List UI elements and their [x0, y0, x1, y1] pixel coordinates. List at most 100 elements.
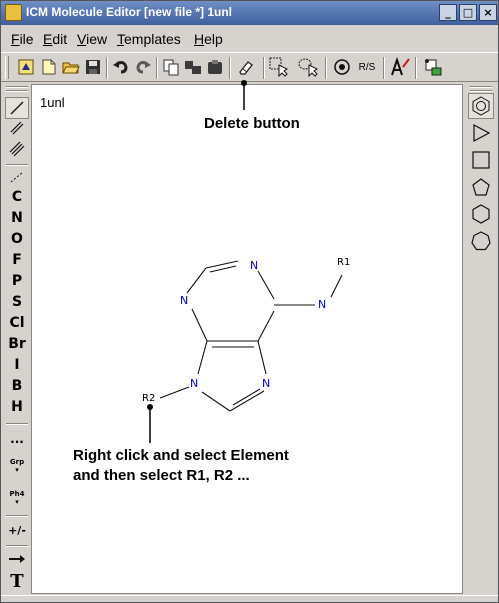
atom-n7[interactable]: N	[262, 377, 270, 390]
element-c-button[interactable]: C	[5, 187, 29, 207]
bond	[209, 265, 237, 273]
atom-n3[interactable]: N	[180, 294, 188, 307]
right-click-annotation-line1: Right click and select Element	[73, 447, 289, 464]
eraser-icon[interactable]	[235, 56, 257, 78]
bond	[257, 340, 267, 375]
paste-icon[interactable]	[204, 56, 226, 78]
save-icon[interactable]	[82, 56, 104, 78]
element-h-button[interactable]: H	[5, 397, 29, 417]
bond	[229, 390, 265, 412]
palette-grip	[470, 86, 492, 88]
molecule-editor-window: ICM Molecule Editor [new file *] 1unl _ …	[0, 0, 499, 603]
menu-edit-label: dit	[52, 31, 68, 47]
undo-icon[interactable]	[110, 56, 132, 78]
delete-button-annotation: Delete button	[204, 115, 300, 132]
bond	[201, 391, 231, 412]
toolbar-grip[interactable]	[5, 56, 9, 79]
rs-button[interactable]: R/S	[354, 56, 380, 78]
pentagon-ring-icon[interactable]	[468, 174, 494, 200]
palette-separator	[6, 164, 28, 166]
arrow-icon[interactable]	[5, 550, 29, 568]
maximize-button[interactable]: □	[459, 4, 477, 21]
atom-r2[interactable]: R2	[142, 393, 155, 404]
menu-file[interactable]: File	[11, 31, 34, 47]
minimize-button[interactable]: _	[439, 4, 457, 21]
ph4-dropdown[interactable]: Ph4 ▾	[5, 486, 29, 510]
element-s-button[interactable]: S	[5, 292, 29, 312]
menu-view-label: iew	[86, 31, 108, 47]
window-title: ICM Molecule Editor [new file *] 1unl	[26, 5, 233, 19]
bond	[257, 310, 275, 342]
r2-leader-dot	[147, 404, 153, 410]
atom-n9[interactable]: N	[190, 377, 198, 390]
stereo-center-icon[interactable]	[331, 56, 353, 78]
menu-help-label: elp	[204, 31, 223, 47]
element-br-button[interactable]: Br	[5, 334, 29, 354]
chevron-down-icon: ▾	[15, 466, 19, 474]
main-toolbar: R/S	[1, 52, 498, 82]
element-f-button[interactable]: F	[5, 250, 29, 270]
menu-edit[interactable]: Edit	[43, 31, 67, 47]
element-n-button[interactable]: N	[5, 208, 29, 228]
heptagon-ring-icon[interactable]	[468, 228, 494, 254]
toolbar-separator	[263, 57, 265, 79]
palette-separator	[6, 545, 28, 547]
lasso-select-icon[interactable]	[298, 56, 320, 78]
benzene-ring-icon[interactable]	[468, 93, 494, 119]
charge-button[interactable]: +/-	[5, 520, 29, 540]
ring-template-palette	[465, 84, 498, 594]
menu-file-label: ile	[19, 31, 34, 47]
group-dropdown[interactable]: Grp ▾	[5, 454, 29, 478]
element-p-button[interactable]: P	[5, 271, 29, 291]
delete-pointer-line	[241, 80, 247, 110]
menu-templates-mnemonic: T	[117, 31, 124, 47]
element-cl-button[interactable]: Cl	[5, 313, 29, 333]
palette-separator	[6, 515, 28, 517]
redo-icon[interactable]	[132, 56, 154, 78]
square-ring-icon[interactable]	[468, 147, 494, 173]
more-elements-button[interactable]: ...	[5, 430, 29, 448]
drawing-canvas[interactable]: 1unl N N N N N R1 R2 Delete button Right…	[31, 84, 463, 594]
double-bond-icon[interactable]	[5, 118, 29, 138]
bond	[330, 274, 343, 298]
hexagon-ring-icon[interactable]	[468, 201, 494, 227]
text-tool-button[interactable]: T	[5, 570, 29, 592]
atom-r1[interactable]: R1	[337, 257, 350, 268]
menu-templates[interactable]: Templates	[117, 31, 181, 47]
new-file-icon[interactable]	[38, 56, 60, 78]
select-box-icon[interactable]	[268, 56, 290, 78]
element-b-button[interactable]: B	[5, 376, 29, 396]
atom-label-icon[interactable]	[389, 56, 411, 78]
element-i-button[interactable]: I	[5, 355, 29, 375]
menu-templates-label: emplates	[124, 31, 181, 47]
open-folder-icon[interactable]	[60, 56, 82, 78]
any-bond-icon[interactable]	[5, 168, 29, 186]
bond	[197, 340, 208, 375]
bond	[186, 267, 207, 294]
new-molecule-icon[interactable]	[15, 56, 37, 78]
title-bar[interactable]: ICM Molecule Editor [new file *] 1unl _ …	[1, 1, 498, 25]
menu-view[interactable]: View	[77, 31, 107, 47]
menu-help-mnemonic: H	[194, 31, 205, 47]
single-bond-icon[interactable]	[5, 97, 29, 119]
atom-n6[interactable]: N	[318, 298, 326, 311]
atom-n1[interactable]: N	[250, 259, 258, 272]
toolbar-separator	[415, 57, 417, 79]
menu-bar: File Edit View Templates Help	[1, 27, 498, 51]
cut-icon[interactable]	[182, 56, 204, 78]
group-label: Grp	[9, 458, 25, 466]
palette-grip	[470, 90, 492, 92]
menu-help[interactable]: Help	[194, 31, 223, 47]
toolbar-separator	[229, 57, 231, 79]
app-icon	[5, 4, 22, 21]
triangle-ring-icon[interactable]	[468, 120, 494, 146]
toolbar-separator	[106, 57, 108, 79]
element-o-button[interactable]: O	[5, 229, 29, 249]
copy-icon[interactable]	[160, 56, 182, 78]
3d-icon[interactable]	[421, 56, 443, 78]
right-click-annotation-line2: and then select R1, R2 ...	[73, 467, 250, 484]
menu-view-mnemonic: V	[77, 31, 87, 47]
menu-file-mnemonic: F	[11, 31, 20, 47]
close-button[interactable]: ×	[479, 4, 497, 21]
triple-bond-icon[interactable]	[5, 139, 29, 159]
